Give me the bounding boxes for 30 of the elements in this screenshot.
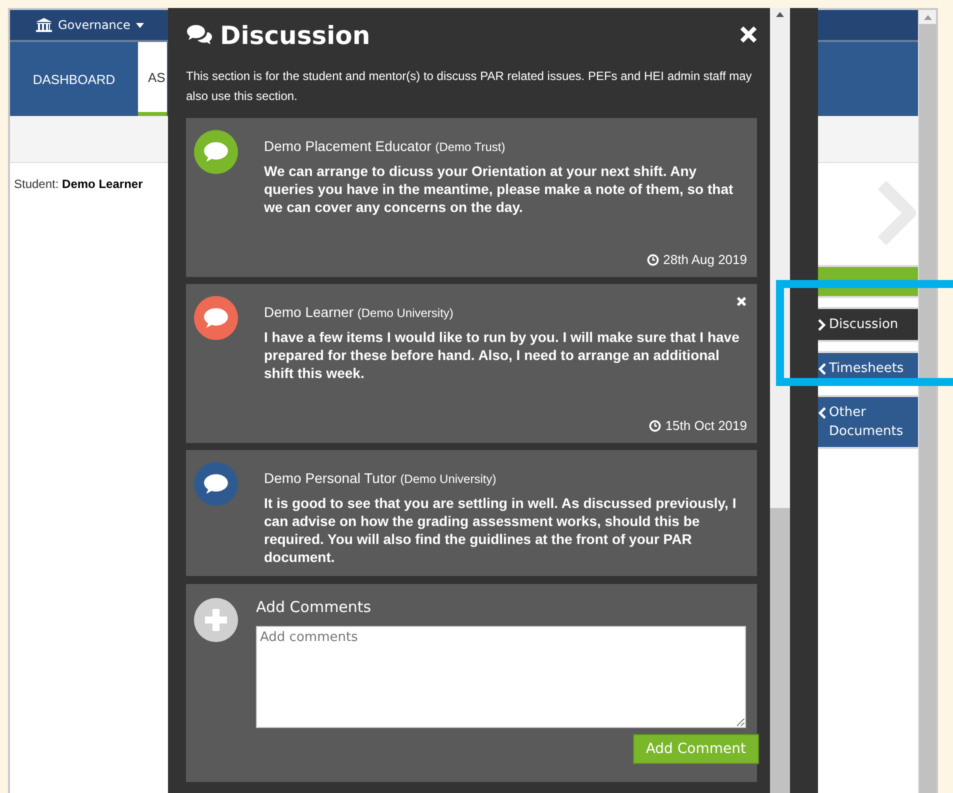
governance-menu[interactable]: Governance bbox=[36, 18, 144, 32]
scroll-up-icon[interactable] bbox=[776, 12, 784, 16]
comment-date: 15th Oct 2019 bbox=[665, 418, 747, 433]
comment-text: I have a few items I would like to run by you. I will make sure that I have prepared for these before hand. Also, I need to arrange an additional shift this week. bbox=[264, 328, 740, 382]
speech-bubble-icon bbox=[203, 141, 229, 163]
clock-icon bbox=[649, 420, 662, 432]
clock-icon bbox=[647, 254, 660, 266]
nav-tab[interactable]: AS bbox=[138, 42, 168, 116]
comment-author: Demo Personal Tutor (Demo University) bbox=[264, 470, 498, 486]
panel-title: Discussion bbox=[220, 20, 370, 50]
chevron-left-icon bbox=[818, 363, 826, 375]
page-scrollbar[interactable] bbox=[918, 10, 936, 793]
comment-author: Demo Placement Educator (Demo Trust) bbox=[264, 138, 506, 154]
speech-bubble-icon bbox=[203, 307, 229, 329]
comment-author: Demo Learner (Demo University) bbox=[264, 304, 454, 320]
bank-icon bbox=[36, 18, 52, 32]
panel-scrollbar[interactable] bbox=[770, 8, 790, 793]
plus-icon bbox=[194, 598, 238, 642]
speech-bubble-icon bbox=[203, 473, 229, 495]
comment-field[interactable]: Add comments bbox=[256, 626, 746, 728]
chat-bubbles-icon bbox=[186, 24, 214, 46]
panel-description: This section is for the student and mentor(s) to discuss PAR related issues. PEFs and HEI admin staff may also use this section. bbox=[186, 68, 753, 105]
comment-text: It is good to see that you are settling in well. As discussed previously, I can advise on how the grading assessment works, should this be required. You will also find the guidlines at the front of your PAR document. bbox=[264, 494, 738, 566]
add-comments-heading: Add Comments bbox=[256, 598, 372, 616]
student-label: Student: Demo Learner bbox=[14, 177, 143, 193]
comment-date: 28th Aug 2019 bbox=[663, 252, 747, 267]
caret-icon bbox=[136, 22, 144, 28]
comment-text: We can arrange to dicuss your Orientation at your next shift. Any queries you have in the meantime, please make a note of them, so that we can cover any concerns on the day. bbox=[264, 162, 734, 216]
chevron-left-icon bbox=[818, 407, 826, 419]
chevron-right-icon bbox=[818, 319, 826, 331]
